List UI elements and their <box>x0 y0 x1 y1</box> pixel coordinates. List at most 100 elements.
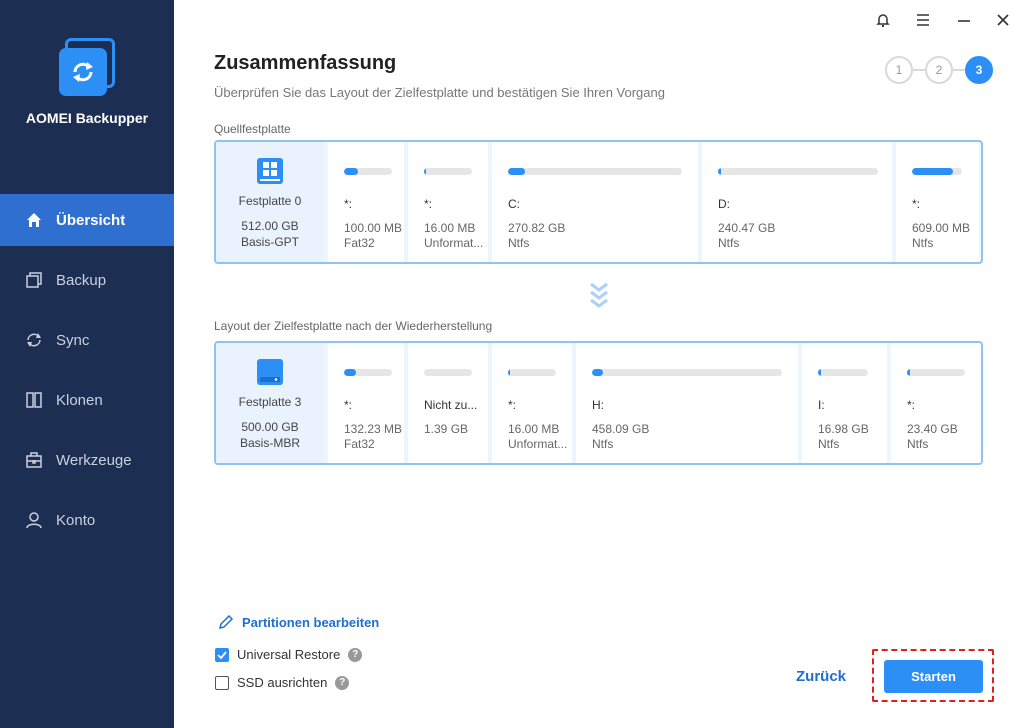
partition[interactable]: *: 100.00 MB Fat32 <box>328 142 404 262</box>
backup-icon <box>24 270 44 290</box>
partition-size: 100.00 MB <box>344 221 403 235</box>
partition[interactable]: H: 458.09 GB Ntfs <box>576 343 798 463</box>
partition-size: 16.98 GB <box>818 422 869 436</box>
sidebar: AOMEI Backupper Übersicht Backup Sync Kl… <box>0 0 174 728</box>
partition-letter: *: <box>912 197 921 211</box>
partition[interactable]: *: 23.40 GB Ntfs <box>891 343 981 463</box>
usage-bar <box>592 369 604 376</box>
partition-letter: Nicht zu... <box>424 398 478 412</box>
partition-size: 458.09 GB <box>592 422 650 436</box>
partition-fs: Ntfs <box>592 437 614 451</box>
partition-fs: Ntfs <box>912 236 934 250</box>
usage-bar <box>718 168 722 175</box>
source-disk-label: Quellfestplatte <box>214 122 291 136</box>
usage-bar <box>424 168 426 175</box>
partition[interactable]: *: 132.23 MB Fat32 <box>328 343 404 463</box>
disk-type: Basis-MBR <box>239 436 300 450</box>
ssd-align-label: SSD ausrichten <box>237 675 328 690</box>
partition[interactable]: *: 16.00 MB Unformat... <box>408 142 488 262</box>
step-2: 2 <box>925 56 953 84</box>
partition-fs: Ntfs <box>508 236 530 250</box>
usage-bar <box>344 168 359 175</box>
minimize-icon[interactable] <box>952 8 976 32</box>
universal-restore-label: Universal Restore <box>237 647 341 662</box>
partition-fs: Unformat... <box>424 236 484 250</box>
user-icon <box>24 510 44 530</box>
partition-size: 240.47 GB <box>718 221 776 235</box>
usage-bar <box>907 369 910 376</box>
usage-bar <box>344 369 356 376</box>
target-disk-label: Layout der Zielfestplatte nach der Wiede… <box>214 319 493 333</box>
partition[interactable]: *: 609.00 MB Ntfs <box>896 142 979 262</box>
usage-bar <box>818 369 821 376</box>
partition-letter: *: <box>344 398 353 412</box>
check-icon <box>217 650 227 659</box>
universal-restore-option[interactable]: Universal Restore ? <box>215 647 363 662</box>
pencil-icon <box>218 614 234 630</box>
tools-icon <box>24 450 44 470</box>
back-button[interactable]: Zurück <box>796 668 846 685</box>
partition-size: 132.23 MB <box>344 422 403 436</box>
partition-size: 16.00 MB <box>508 422 560 436</box>
disk-size: 500.00 GB <box>241 420 299 434</box>
partition-fs: Fat32 <box>344 236 375 250</box>
start-button[interactable]: Starten <box>884 660 983 693</box>
partition-fs: Unformat... <box>508 437 568 451</box>
disk-name: Festplatte 3 <box>238 395 302 409</box>
partition-fs: Fat32 <box>344 437 375 451</box>
sidebar-nav: Übersicht Backup Sync Klonen Werkzeuge K… <box>0 194 174 554</box>
target-disk-info: Festplatte 3 500.00 GB Basis-MBR <box>216 343 324 463</box>
partition-letter: D: <box>718 197 730 211</box>
partition[interactable]: *: 16.00 MB Unformat... <box>492 343 572 463</box>
ssd-align-option[interactable]: SSD ausrichten ? <box>215 675 350 690</box>
app-logo-icon <box>57 38 117 98</box>
bell-icon[interactable] <box>871 8 895 32</box>
sidebar-item-account[interactable]: Konto <box>0 494 174 546</box>
source-disk-info: Festplatte 0 512.00 GB Basis-GPT <box>216 142 324 262</box>
partition-letter: *: <box>424 197 433 211</box>
source-disk-box[interactable]: Festplatte 0 512.00 GB Basis-GPT *: 100.… <box>214 140 983 264</box>
clone-icon <box>24 390 44 410</box>
help-icon[interactable]: ? <box>335 675 350 690</box>
usage-bar <box>508 168 526 175</box>
sidebar-item-label: Sync <box>56 331 90 349</box>
partition[interactable]: Nicht zu... 1.39 GB <box>408 343 488 463</box>
target-disk-box[interactable]: Festplatte 3 500.00 GB Basis-MBR *: 132.… <box>214 341 983 465</box>
home-icon <box>24 210 44 230</box>
partition-letter: *: <box>344 197 353 211</box>
partition[interactable]: C: 270.82 GB Ntfs <box>492 142 698 262</box>
partition[interactable]: D: 240.47 GB Ntfs <box>702 142 892 262</box>
edit-partitions-link[interactable]: Partitionen bearbeiten <box>218 614 379 630</box>
step-1: 1 <box>885 56 913 84</box>
disk-size: 512.00 GB <box>241 219 299 233</box>
sidebar-item-label: Werkzeuge <box>56 451 132 469</box>
sync-icon <box>24 330 44 350</box>
sidebar-item-backup[interactable]: Backup <box>0 254 174 306</box>
ssd-align-checkbox[interactable] <box>215 675 229 690</box>
close-icon[interactable] <box>991 8 1015 32</box>
partition-fs: Ntfs <box>907 437 929 451</box>
menu-icon[interactable] <box>911 8 935 32</box>
partition-letter: *: <box>907 398 916 412</box>
sidebar-item-tools[interactable]: Werkzeuge <box>0 434 174 486</box>
sidebar-item-label: Backup <box>56 271 107 289</box>
sidebar-item-sync[interactable]: Sync <box>0 314 174 366</box>
sidebar-item-label: Übersicht <box>56 211 126 229</box>
sidebar-item-clone[interactable]: Klonen <box>0 374 174 426</box>
sidebar-item-label: Klonen <box>56 391 103 409</box>
app-name: AOMEI Backupper <box>25 110 149 126</box>
partition-size: 16.00 MB <box>424 221 476 235</box>
universal-restore-checkbox[interactable] <box>215 647 229 662</box>
partition[interactable]: I: 16.98 GB Ntfs <box>802 343 887 463</box>
sidebar-item-overview[interactable]: Übersicht <box>0 194 174 246</box>
partition-fs: Ntfs <box>718 236 740 250</box>
partition-fs: Ntfs <box>818 437 840 451</box>
page-subtitle: Überprüfen Sie das Layout der Zielfestpl… <box>214 85 665 100</box>
partition-letter: H: <box>592 398 604 412</box>
help-icon[interactable]: ? <box>348 647 363 662</box>
partition-size: 1.39 GB <box>424 422 469 436</box>
partition-letter: C: <box>508 197 520 211</box>
usage-bar <box>508 369 511 376</box>
partition-size: 270.82 GB <box>508 221 566 235</box>
step-indicator: 1 2 3 <box>885 56 993 84</box>
